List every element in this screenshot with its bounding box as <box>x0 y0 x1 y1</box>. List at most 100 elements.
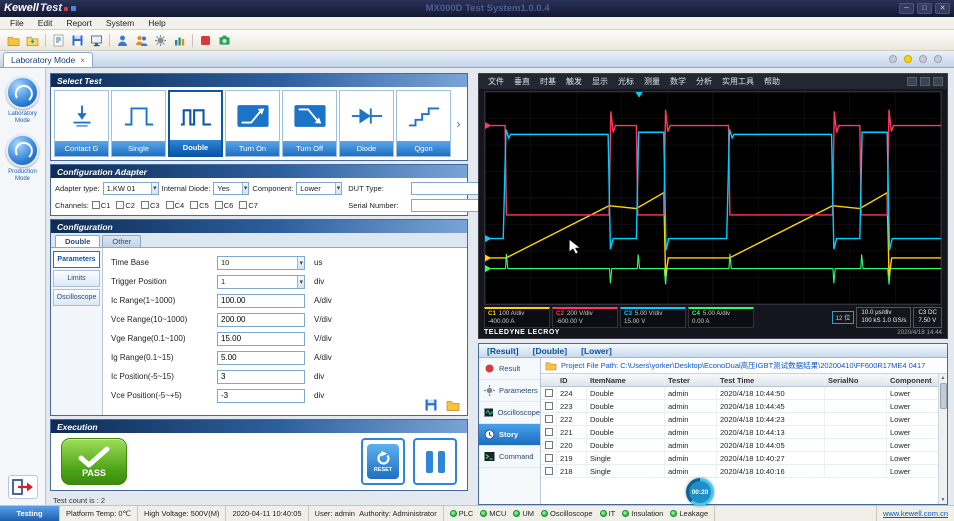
report-icon[interactable] <box>49 32 68 49</box>
col-serialno[interactable]: SerialNo <box>825 374 887 386</box>
scope-menu-cursor[interactable]: 光标 <box>613 76 639 87</box>
trigger-descriptor[interactable]: C3 DC 7.50 V <box>913 307 942 328</box>
scope-toolbar-icon[interactable] <box>920 77 930 86</box>
menu-help[interactable]: Help <box>141 18 172 28</box>
menu-report[interactable]: Report <box>59 18 99 28</box>
test-button-contact-g[interactable]: Contact G <box>54 90 109 157</box>
save-icon[interactable] <box>68 32 87 49</box>
table-row[interactable]: 224 Double admin 2020/4/18 10:44:50 Lowe… <box>541 387 938 400</box>
trigger-position-select[interactable]: 1 <box>217 275 305 289</box>
channel-checkbox-c5[interactable]: C5 <box>190 201 209 210</box>
select-all-cell[interactable] <box>541 374 557 386</box>
settings-gear-icon[interactable] <box>151 32 170 49</box>
ig-range-input[interactable] <box>217 351 305 365</box>
scope-menu-trigger[interactable]: 触发 <box>561 76 587 87</box>
stop-icon[interactable] <box>196 32 215 49</box>
close-button[interactable]: ✕ <box>935 3 950 14</box>
scope-menu-file[interactable]: 文件 <box>483 76 509 87</box>
col-itemname[interactable]: ItemName <box>587 374 665 386</box>
vce-position-input[interactable] <box>217 389 305 403</box>
test-button-qgon[interactable]: Qgon <box>396 90 451 157</box>
menu-system[interactable]: System <box>99 18 141 28</box>
menu-file[interactable]: File <box>3 18 31 28</box>
channel-checkbox-c3[interactable]: C3 <box>141 201 160 210</box>
test-button-diode[interactable]: Diode <box>339 90 394 157</box>
test-button-double[interactable]: Double <box>168 90 223 157</box>
scope-menu-vertical[interactable]: 垂直 <box>509 76 535 87</box>
chart-icon[interactable] <box>170 32 189 49</box>
nav-parameters[interactable]: Parameters <box>53 251 100 268</box>
channel-checkbox-c6[interactable]: C6 <box>215 201 234 210</box>
user-icon[interactable] <box>113 32 132 49</box>
table-row[interactable]: 222 Double admin 2020/4/18 10:44:23 Lowe… <box>541 413 938 426</box>
channel-checkbox-c4[interactable]: C4 <box>166 201 185 210</box>
results-tab-result[interactable]: Result <box>479 358 540 380</box>
row-checkbox[interactable] <box>545 389 553 397</box>
row-checkbox[interactable] <box>545 467 553 475</box>
tab-double[interactable]: Double <box>55 235 100 247</box>
row-checkbox[interactable] <box>545 441 553 449</box>
vge-range-input[interactable] <box>217 332 305 346</box>
col-id[interactable]: ID <box>557 374 587 386</box>
scope-menu-measure[interactable]: 测量 <box>639 76 665 87</box>
channel-checkbox-c1[interactable]: C1 <box>92 201 111 210</box>
test-button-single[interactable]: Single <box>111 90 166 157</box>
results-tab-story[interactable]: Story <box>479 424 540 446</box>
scope-menu-utilities[interactable]: 实用工具 <box>717 76 759 87</box>
table-row[interactable]: 218 Single admin 2020/4/18 10:40:16 Lowe… <box>541 465 938 478</box>
table-row[interactable]: 221 Double admin 2020/4/18 10:44:13 Lowe… <box>541 426 938 439</box>
logout-button[interactable] <box>8 475 38 499</box>
tab-close-icon[interactable]: × <box>80 56 85 65</box>
scroll-up-icon[interactable]: ▲ <box>941 374 946 382</box>
time-base-select[interactable]: 10 <box>217 256 305 270</box>
import-folder-icon[interactable] <box>23 32 42 49</box>
minimize-button[interactable]: ─ <box>899 3 914 14</box>
reset-button[interactable]: RESET <box>361 438 405 485</box>
test-button-turn-on[interactable]: Turn On <box>225 90 280 157</box>
row-checkbox[interactable] <box>545 415 553 423</box>
sidebar-item-laboratory-mode[interactable]: Laboratory Mode <box>1 76 45 125</box>
results-tab-command[interactable]: Command <box>479 446 540 468</box>
scope-menu-display[interactable]: 显示 <box>587 76 613 87</box>
nav-oscilloscope[interactable]: Oscilloscope <box>53 289 100 306</box>
adapter-type-select[interactable]: 1.KW 01 <box>103 182 159 195</box>
vce-range-input[interactable] <box>217 313 305 327</box>
open-folder-icon[interactable] <box>4 32 23 49</box>
menu-edit[interactable]: Edit <box>31 18 60 28</box>
channel-c3-descriptor[interactable]: C35.00 V/div 15.00 V <box>620 307 686 328</box>
channel-checkbox-c7[interactable]: C7 <box>239 201 258 210</box>
save-config-icon[interactable] <box>422 397 439 412</box>
scope-menu-help[interactable]: 帮助 <box>759 76 785 87</box>
monitor-icon[interactable] <box>87 32 106 49</box>
table-row[interactable]: 220 Double admin 2020/4/18 10:44:05 Lowe… <box>541 439 938 452</box>
camera-icon[interactable] <box>215 32 234 49</box>
sidebar-item-production-mode[interactable]: Production Mode <box>1 134 45 183</box>
channel-checkbox-c2[interactable]: C2 <box>116 201 135 210</box>
component-select[interactable]: Lower <box>296 182 342 195</box>
ic-position-input[interactable] <box>217 370 305 384</box>
internal-diode-select[interactable]: Yes <box>213 182 249 195</box>
scroll-more-button[interactable]: › <box>453 90 464 157</box>
tab-laboratory-mode[interactable]: Laboratory Mode × <box>3 52 93 67</box>
scope-toolbar-icon[interactable] <box>907 77 917 86</box>
channel-c4-descriptor[interactable]: C45.00 A/div 0.00 A <box>688 307 754 328</box>
load-config-folder-icon[interactable] <box>444 397 461 412</box>
results-tab-oscilloscope[interactable]: Oscilloscope <box>479 402 540 424</box>
maximize-button[interactable]: □ <box>917 3 932 14</box>
channel-c2-descriptor[interactable]: C2200 V/div -600.00 V <box>552 307 618 328</box>
channel-c1-descriptor[interactable]: C1100 A/div -400.00 A <box>484 307 550 328</box>
row-checkbox[interactable] <box>545 402 553 410</box>
table-row[interactable]: 219 Single admin 2020/4/18 10:40:27 Lowe… <box>541 452 938 465</box>
website-link[interactable]: www.kewell.com.cn <box>876 506 954 521</box>
nav-limits[interactable]: Limits <box>53 270 100 287</box>
test-button-turn-off[interactable]: Turn Off <box>282 90 337 157</box>
scope-menu-math[interactable]: 数学 <box>665 76 691 87</box>
pause-button[interactable] <box>413 438 457 485</box>
row-checkbox[interactable] <box>545 428 553 436</box>
col-component[interactable]: Component <box>887 374 938 386</box>
timebase-descriptor[interactable]: 10.0 μs/div 100 kS 1.0 GS/s <box>856 307 911 328</box>
users-icon[interactable] <box>132 32 151 49</box>
scope-toolbar-icon[interactable] <box>933 77 943 86</box>
row-checkbox[interactable] <box>545 454 553 462</box>
ic-range-input[interactable] <box>217 294 305 308</box>
